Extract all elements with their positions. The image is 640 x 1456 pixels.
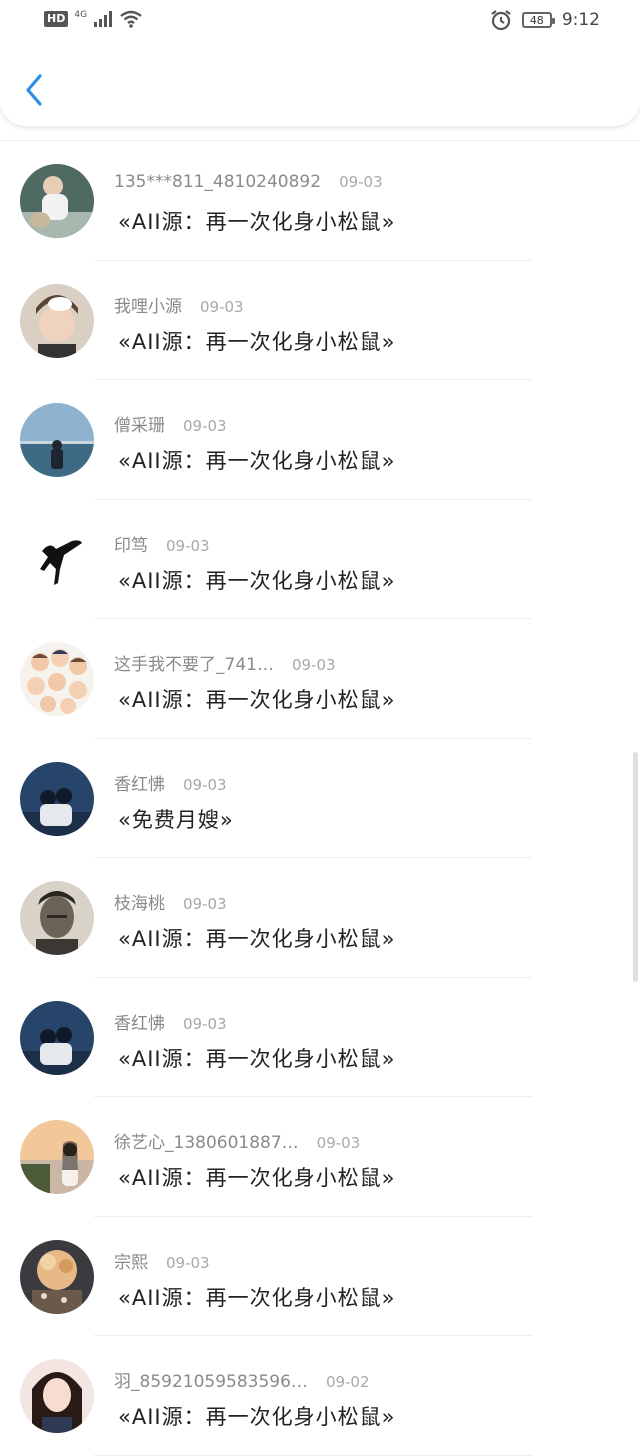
clock: 9:12 <box>561 10 600 30</box>
date: 09-02 <box>325 1373 370 1391</box>
date: 09-03 <box>183 775 227 794</box>
date: 09-03 <box>200 297 244 316</box>
list-item[interactable]: 枝海桃 09-03 «AII源：再一次化身小松鼠» <box>0 858 640 978</box>
hd-badge: HD <box>44 11 69 27</box>
item-title[interactable]: «AII源：再一次化身小松鼠» <box>118 326 395 356</box>
battery-level: 48 <box>529 13 544 27</box>
username[interactable]: 徐艺心_1380601887… <box>114 1128 299 1153</box>
scrollbar[interactable] <box>633 752 638 982</box>
list-item[interactable]: 徐艺心_1380601887… 09-03 «AII源：再一次化身小松鼠» <box>0 1097 640 1217</box>
avatar[interactable] <box>20 761 94 836</box>
list-item[interactable]: 印笃 09-03 «AII源：再一次化身小松鼠» <box>0 500 640 619</box>
item-title[interactable]: «AII源：再一次化身小松鼠» <box>118 565 395 595</box>
username[interactable]: 羽_85921059583596… <box>114 1367 308 1392</box>
item-title[interactable]: «AII源：再一次化身小松鼠» <box>118 1401 395 1431</box>
item-title[interactable]: «AII源：再一次化身小松鼠» <box>118 1162 395 1192</box>
avatar[interactable] <box>20 522 94 597</box>
username[interactable]: 枝海桃 <box>114 889 165 914</box>
network-type: 4G <box>74 10 88 20</box>
list-item[interactable]: 香红怫 09-03 «AII源：再一次化身小松鼠» <box>0 978 640 1097</box>
username[interactable]: 135***811_4810240892 <box>114 172 321 192</box>
wifi-icon <box>120 10 142 28</box>
date: 09-03 <box>291 656 336 674</box>
list-item[interactable]: 羽_85921059583596… 09-02 «AII源：再一次化身小松鼠» <box>0 1336 640 1456</box>
date: 09-03 <box>183 895 227 913</box>
list-item[interactable]: 135***811_4810240892 09-03 «AII源：再一次化身小松… <box>0 141 640 261</box>
avatar[interactable] <box>20 164 94 238</box>
username[interactable]: 香红怫 <box>114 770 165 795</box>
list-item[interactable]: 我哩小源 09-03 «AII源：再一次化身小松鼠» <box>0 261 640 380</box>
avatar[interactable] <box>20 403 94 477</box>
item-title[interactable]: «AII源：再一次化身小松鼠» <box>118 1043 395 1073</box>
item-title[interactable]: «AII源：再一次化身小松鼠» <box>118 445 395 475</box>
date: 09-03 <box>316 1134 361 1152</box>
avatar[interactable] <box>20 1120 94 1194</box>
username[interactable]: 印笃 <box>114 531 148 556</box>
date: 09-03 <box>183 417 227 435</box>
username[interactable]: 我哩小源 <box>114 292 182 317</box>
username[interactable]: 僧采珊 <box>114 411 165 436</box>
avatar[interactable] <box>20 642 94 716</box>
date: 09-03 <box>339 173 383 191</box>
avatar[interactable] <box>20 1239 94 1314</box>
divider <box>94 1454 532 1456</box>
username[interactable]: 宗熙 <box>114 1248 148 1273</box>
battery-indicator: 48 <box>521 12 555 28</box>
item-title[interactable]: «AII源：再一次化身小松鼠» <box>118 1282 395 1312</box>
item-title[interactable]: «AII源：再一次化身小松鼠» <box>118 206 395 236</box>
top-bar: HD 4G 48 9:12 <box>0 0 640 126</box>
list-item[interactable]: 香红怫 09-03 «免费月嫂» <box>0 739 640 858</box>
date: 09-03 <box>183 1014 227 1033</box>
status-right: 48 9:12 <box>490 9 600 31</box>
back-arrow-icon[interactable] <box>22 72 46 108</box>
avatar[interactable] <box>20 881 94 955</box>
alarm-icon <box>491 10 511 31</box>
item-title[interactable]: «AII源：再一次化身小松鼠» <box>118 684 395 714</box>
date: 09-03 <box>166 1253 210 1272</box>
list-item[interactable]: 宗熙 09-03 «AII源：再一次化身小松鼠» <box>0 1217 640 1336</box>
avatar[interactable] <box>20 283 94 358</box>
username[interactable]: 这手我不要了_741… <box>114 650 274 675</box>
status-left: HD 4G <box>44 10 143 28</box>
date: 09-03 <box>166 536 210 555</box>
avatar[interactable] <box>20 1000 94 1075</box>
item-title[interactable]: «免费月嫂» <box>118 804 234 834</box>
comment-list: 135***811_4810240892 09-03 «AII源：再一次化身小松… <box>0 140 640 1456</box>
list-item[interactable]: 这手我不要了_741… 09-03 «AII源：再一次化身小松鼠» <box>0 619 640 739</box>
item-title[interactable]: «AII源：再一次化身小松鼠» <box>118 923 395 953</box>
signal-icon <box>94 11 113 27</box>
username[interactable]: 香红怫 <box>114 1009 165 1034</box>
list-item[interactable]: 僧采珊 09-03 «AII源：再一次化身小松鼠» <box>0 380 640 500</box>
